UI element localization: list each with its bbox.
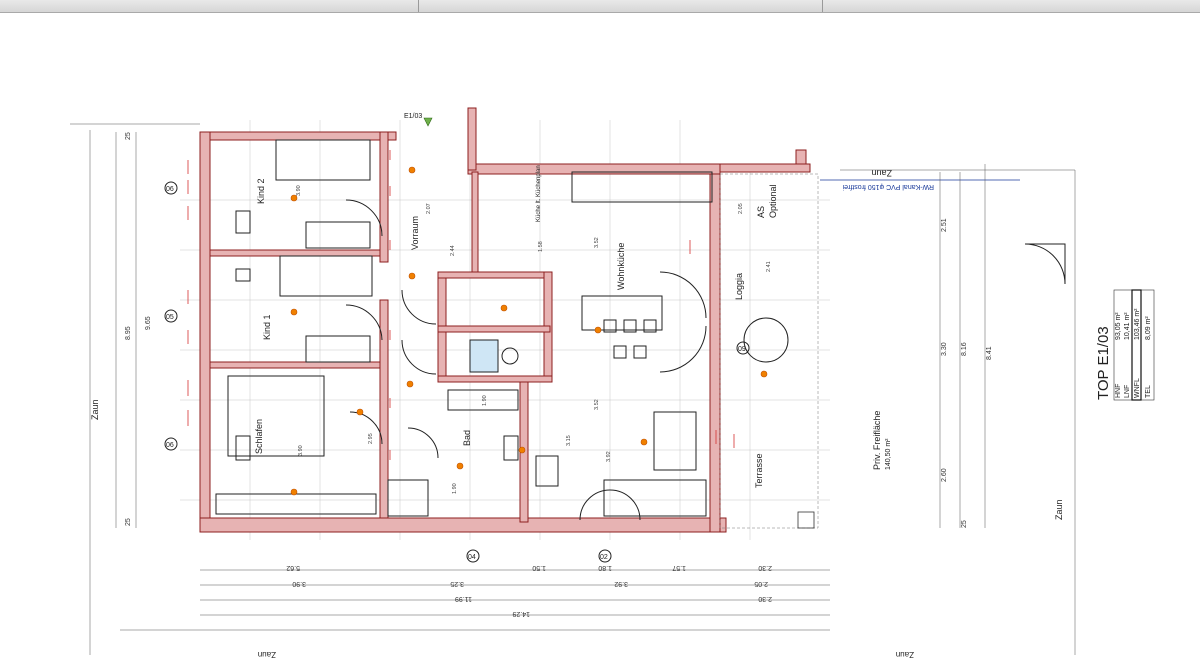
room-wohnkueche-label: Wohnküche bbox=[616, 243, 626, 290]
room-bad-label: Bad bbox=[462, 430, 472, 446]
dim-right: 25 bbox=[961, 520, 968, 528]
svg-text:3.52: 3.52 bbox=[594, 399, 600, 410]
dim-right: 2.60 bbox=[941, 468, 948, 482]
svg-text:1.57: 1.57 bbox=[672, 564, 686, 571]
svg-text:WNFL: WNFL bbox=[1134, 378, 1141, 398]
svg-text:2.44: 2.44 bbox=[450, 245, 456, 256]
room-kind1-label: Kind 1 bbox=[262, 314, 272, 340]
svg-text:8,09 m²: 8,09 m² bbox=[1145, 316, 1152, 340]
svg-text:3.90: 3.90 bbox=[296, 185, 302, 196]
svg-text:93,05 m²: 93,05 m² bbox=[1115, 312, 1122, 340]
svg-text:3.92: 3.92 bbox=[606, 451, 612, 462]
axis-label: 04 bbox=[468, 554, 476, 561]
dim-right: 8.41 bbox=[986, 346, 993, 360]
room-terrasse-label: Terrasse bbox=[754, 453, 764, 488]
dim-right: 3.30 bbox=[941, 342, 948, 356]
svg-text:3.52: 3.52 bbox=[594, 237, 600, 248]
electrical-marks bbox=[187, 150, 735, 460]
svg-text:3.90: 3.90 bbox=[298, 445, 304, 456]
svg-text:2.41: 2.41 bbox=[766, 261, 772, 272]
terrace-boundary bbox=[719, 173, 819, 529]
svg-text:11.99: 11.99 bbox=[455, 595, 472, 602]
svg-text:HNF: HNF bbox=[1115, 384, 1122, 398]
axis-label: 06 bbox=[166, 442, 174, 449]
svg-text:3.25: 3.25 bbox=[450, 580, 464, 587]
floor-plan-drawing[interactable]: 06 05 06 04 02 09 Kind 2 Kind 1 Schlafen… bbox=[0, 0, 1200, 658]
svg-text:1.50: 1.50 bbox=[532, 564, 546, 571]
bottom-dimensions: 5.62 1.50 1.80 1.57 2.30 3.90 3.25 3.92 … bbox=[286, 564, 772, 617]
svg-text:2.05: 2.05 bbox=[738, 203, 744, 214]
room-labels: Kind 2 Kind 1 Schlafen Vorraum Wohnküche… bbox=[254, 165, 892, 488]
fence-label-bottom: Zaun bbox=[258, 650, 276, 658]
dim-right: 8.16 bbox=[961, 342, 968, 356]
room-optional-label: Optional bbox=[768, 184, 778, 218]
svg-text:1.58: 1.58 bbox=[538, 241, 544, 252]
svg-text:1.90: 1.90 bbox=[482, 395, 488, 406]
rw-kanal-label: RW-Kanal PVC φ150 frostfrei bbox=[842, 183, 934, 190]
svg-text:2.95: 2.95 bbox=[368, 433, 374, 444]
fence-label-right: Zaun bbox=[1054, 499, 1064, 520]
freiflaeche-label: Priv. Freifläche bbox=[872, 411, 882, 470]
svg-text:10,41 m²: 10,41 m² bbox=[1124, 312, 1131, 340]
door-code-marker bbox=[423, 117, 433, 127]
svg-text:TEL: TEL bbox=[1145, 385, 1152, 398]
sheet-title: TOP E1/03 bbox=[1095, 326, 1112, 400]
dim-left: 25 bbox=[125, 132, 132, 140]
room-loggia-label: Loggia bbox=[734, 273, 744, 300]
fence-label-top: Zaun bbox=[871, 168, 892, 178]
fence-label-left: Zaun bbox=[90, 399, 100, 420]
room-kind2-label: Kind 2 bbox=[256, 178, 266, 204]
fence-label-bottom-right: Zaun bbox=[896, 650, 914, 658]
dim-left: 8.95 bbox=[125, 326, 132, 340]
room-as-label: AS bbox=[756, 206, 766, 218]
axis-label: 05 bbox=[166, 314, 174, 321]
svg-text:5.62: 5.62 bbox=[286, 564, 300, 571]
room-schlafen-label: Schlafen bbox=[254, 419, 264, 454]
svg-text:3.92: 3.92 bbox=[614, 580, 628, 587]
svg-text:LNF: LNF bbox=[1124, 385, 1131, 398]
outer-walls bbox=[199, 107, 811, 533]
svg-text:2.05: 2.05 bbox=[754, 580, 768, 587]
dim-left: 9.65 bbox=[145, 316, 152, 330]
svg-text:103,46 m²: 103,46 m² bbox=[1134, 308, 1141, 340]
axis-label: 02 bbox=[600, 554, 608, 561]
svg-text:2.30: 2.30 bbox=[758, 564, 772, 571]
corner-post bbox=[797, 511, 815, 529]
room-vorraum-label: Vorraum bbox=[410, 216, 420, 250]
axis-label: 09 bbox=[738, 346, 746, 353]
svg-text:3.90: 3.90 bbox=[292, 580, 306, 587]
axis-label: 06 bbox=[166, 186, 174, 193]
svg-text:1.90: 1.90 bbox=[452, 483, 458, 494]
door-code-label: E1/03 bbox=[404, 113, 422, 120]
svg-text:2.07: 2.07 bbox=[426, 203, 432, 214]
kitchen-plan-note: Küche lt. Küchenplan bbox=[536, 165, 542, 222]
dim-left: 25 bbox=[125, 518, 132, 526]
dim-right: 2.51 bbox=[941, 218, 948, 232]
title-block: TOP E1/03 HNF 93,05 m² LNF 10,41 m² WNFL… bbox=[1095, 289, 1155, 401]
svg-text:14.29: 14.29 bbox=[512, 610, 530, 617]
freiflaeche-area: 140,50 m² bbox=[885, 438, 892, 470]
inner-dimensions: 3.52 3.52 2.07 1.58 2.44 1.90 2.95 3.90 … bbox=[296, 185, 772, 494]
fence-lines bbox=[70, 123, 1076, 655]
svg-text:2.30: 2.30 bbox=[758, 595, 772, 602]
svg-text:1.80: 1.80 bbox=[598, 564, 612, 571]
svg-text:3.15: 3.15 bbox=[566, 435, 572, 446]
